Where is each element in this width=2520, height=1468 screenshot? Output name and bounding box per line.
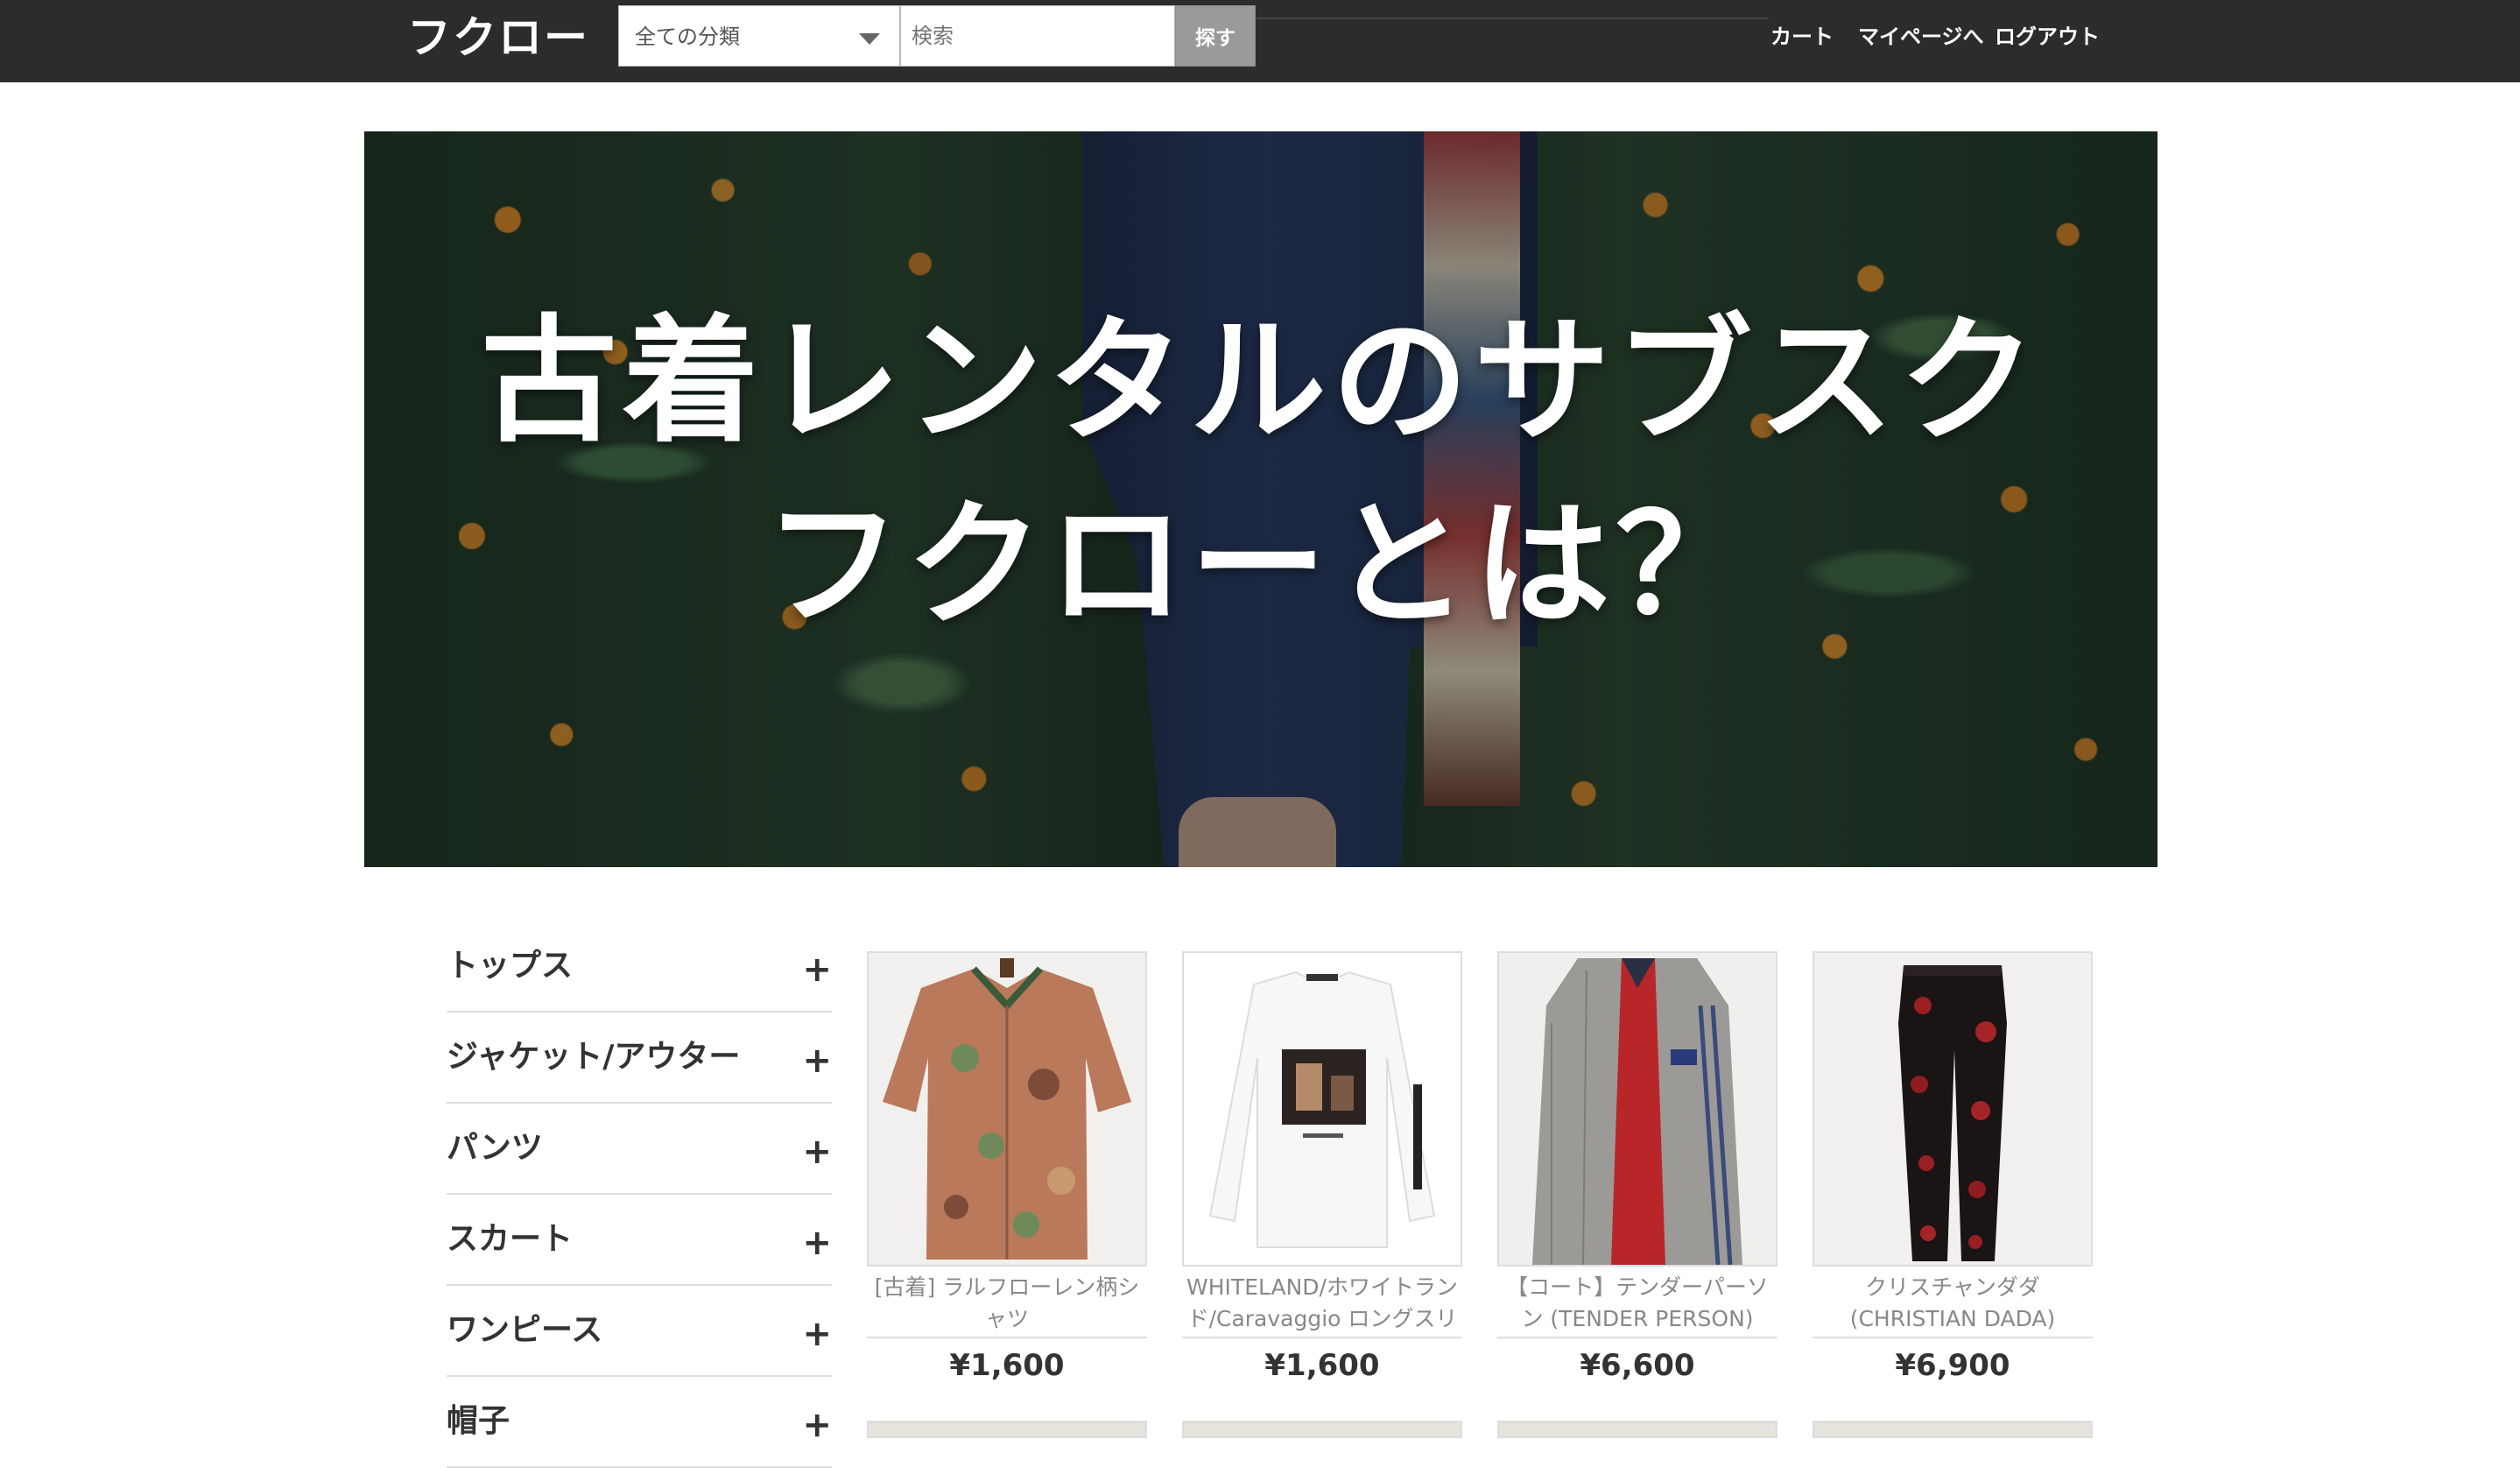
hero-banner[interactable]: 古着レンタルのサブスク フクローとは？: [364, 131, 2157, 867]
product-card[interactable]: 【コート】テンダーパーソン (TENDER PERSON) ¥6,600: [1497, 951, 1777, 1389]
shirt-illustration: [869, 953, 1145, 1265]
product-image[interactable]: [1497, 951, 1777, 1267]
product-card-next-row[interactable]: [1813, 1421, 2093, 1438]
hero-title-line1: 古着レンタルのサブスク: [481, 301, 2041, 461]
sidebar-item-label: スカート: [447, 1221, 574, 1257]
category-select[interactable]: 全ての分類: [618, 5, 900, 67]
sidebar-item-jacket-outer[interactable]: ジャケット/アウター +: [447, 1014, 832, 1104]
plus-icon[interactable]: +: [802, 1312, 832, 1356]
longsleeve-illustration: [1184, 953, 1461, 1265]
sidebar-item-label: パンツ: [447, 1130, 543, 1166]
hero-title-line2: フクローとは？: [764, 485, 1757, 645]
product-name[interactable]: クリスチャンダダ (CHRISTIAN DADA): [1813, 1272, 2093, 1338]
pants-illustration: [1814, 953, 2091, 1265]
product-card-next-row[interactable]: [1497, 1421, 1777, 1438]
sidebar-item-tops[interactable]: トップス +: [447, 923, 832, 1013]
plus-icon[interactable]: +: [802, 1039, 832, 1083]
nav-logout-link[interactable]: ログアウト: [1995, 19, 2100, 54]
category-select-value: 全ての分類: [635, 25, 740, 49]
product-name[interactable]: 【コート】テンダーパーソン (TENDER PERSON): [1497, 1272, 1777, 1338]
sidebar-item-skirt[interactable]: スカート +: [447, 1196, 832, 1286]
site-logo[interactable]: フクロー: [407, 7, 589, 68]
header-divider: [1256, 18, 1769, 19]
product-image[interactable]: [867, 951, 1147, 1267]
product-price: ¥1,600: [949, 1348, 1065, 1383]
product-card-next-row[interactable]: [867, 1421, 1147, 1438]
product-price: ¥6,900: [1895, 1348, 2010, 1383]
product-image[interactable]: [1182, 951, 1462, 1267]
sidebar-item-label: トップス: [447, 948, 574, 984]
nav-mypage-link[interactable]: マイページへ: [1858, 19, 1984, 54]
sidebar-item-hat[interactable]: 帽子 +: [447, 1379, 832, 1468]
product-price: ¥6,600: [1580, 1348, 1695, 1383]
chevron-down-icon: [859, 33, 880, 45]
nav-cart-link[interactable]: カート: [1770, 19, 1834, 54]
search-input[interactable]: [900, 5, 1175, 67]
product-card[interactable]: WHITELAND/ホワイトランド/Caravaggio ロングスリーブ ¥1,…: [1182, 951, 1462, 1389]
sidebar-item-label: ワンピース: [447, 1312, 603, 1348]
product-price: ¥1,600: [1264, 1348, 1380, 1383]
sidebar-item-label: ジャケット/アウター: [447, 1039, 741, 1075]
sidebar-item-pants[interactable]: パンツ +: [447, 1105, 832, 1195]
plus-icon[interactable]: +: [802, 948, 832, 992]
product-card[interactable]: クリスチャンダダ (CHRISTIAN DADA) ¥6,900: [1813, 951, 2093, 1389]
product-image[interactable]: [1813, 951, 2093, 1267]
coat-illustration: [1499, 953, 1776, 1265]
product-name[interactable]: [古着] ラルフローレン柄シャツ: [867, 1272, 1147, 1338]
plus-icon[interactable]: +: [802, 1403, 832, 1447]
product-card[interactable]: [古着] ラルフローレン柄シャツ ¥1,600: [867, 951, 1147, 1389]
product-card-next-row[interactable]: [1182, 1421, 1462, 1438]
search-button[interactable]: 探す: [1175, 5, 1256, 67]
top-header: フクロー 全ての分類 探す カート マイページへ ログアウト: [0, 0, 2520, 82]
product-name[interactable]: WHITELAND/ホワイトランド/Caravaggio ロングスリーブ: [1182, 1272, 1462, 1338]
plus-icon[interactable]: +: [802, 1130, 832, 1174]
sidebar-item-onepiece[interactable]: ワンピース +: [447, 1288, 832, 1377]
plus-icon[interactable]: +: [802, 1221, 832, 1265]
sidebar-item-label: 帽子: [447, 1403, 510, 1439]
